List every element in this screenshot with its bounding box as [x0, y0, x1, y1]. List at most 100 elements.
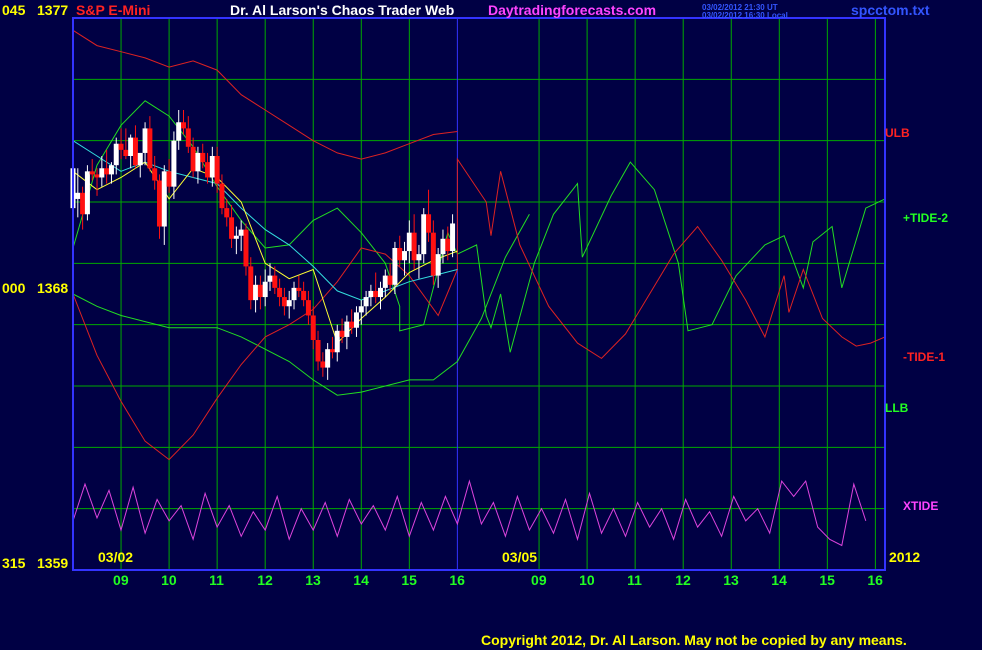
price-bar-body — [233, 235, 239, 239]
x-tick-label: 16 — [867, 572, 883, 588]
price-bar-body — [229, 217, 235, 239]
ytick-mid-code: 000 — [2, 280, 26, 296]
price-bar-body — [195, 152, 201, 172]
x-tick-label: 16 — [449, 572, 465, 588]
price-bar-body — [185, 128, 191, 147]
price-bar-body — [387, 275, 393, 285]
price-bar-body — [238, 229, 244, 236]
site-link[interactable]: Daytradingforecasts.com — [488, 2, 656, 18]
price-bar-body — [406, 232, 412, 252]
price-bar-body — [358, 306, 364, 313]
ytick-top-code: 045 — [2, 2, 26, 18]
price-bar-body — [137, 152, 143, 166]
price-bar-body — [305, 300, 311, 316]
tide-plus-line — [72, 100, 886, 353]
price-bar-body — [108, 165, 114, 175]
x-tick-label: 13 — [305, 572, 321, 588]
x-tick-label: 10 — [161, 572, 177, 588]
price-bar-body — [84, 171, 90, 215]
page-title: Dr. Al Larson's Chaos Trader Web — [230, 2, 455, 18]
price-bar-body — [243, 229, 249, 267]
price-bar-body — [248, 266, 254, 301]
series-label-tide-plus: +TIDE-2 — [903, 211, 949, 225]
price-bar-body — [113, 143, 119, 166]
price-bar-body — [104, 168, 110, 175]
price-bar-body — [262, 281, 268, 298]
price-bar-body — [329, 349, 335, 353]
price-bar-body — [349, 321, 355, 328]
price-bar-body — [363, 297, 369, 307]
price-bar-body — [176, 122, 182, 141]
price-bar-body — [156, 180, 162, 227]
plot-frame — [72, 17, 886, 571]
price-bar-body — [190, 146, 196, 172]
series-label-xtide: XTIDE — [903, 499, 939, 513]
price-bar-body — [94, 174, 100, 178]
price-bar-body — [200, 152, 206, 163]
price-bar-body — [209, 156, 215, 178]
price-bar-body — [205, 162, 211, 178]
price-bar-body — [152, 168, 158, 181]
price-bar-body — [171, 140, 177, 187]
price-bar-body — [435, 254, 441, 276]
copyright-notice: Copyright 2012, Dr. Al Larson. May not b… — [481, 632, 907, 648]
price-bar-body — [421, 214, 427, 255]
series-label-llb: LLB — [885, 401, 909, 415]
price-bar-body — [397, 248, 403, 261]
ytick-bottom-price: 1359 — [37, 555, 69, 571]
price-bar-body — [353, 312, 359, 328]
price-bar-body — [440, 238, 446, 255]
x-tick-label: 14 — [353, 572, 369, 588]
plot-border — [72, 17, 886, 571]
series-label-ulb: ULB — [885, 126, 910, 140]
price-bar-body — [123, 149, 129, 156]
price-bar-body — [411, 232, 417, 261]
xtide-line — [72, 479, 867, 547]
price-bar-body — [272, 275, 278, 288]
price-bar-body — [382, 275, 388, 288]
series-label-tide-minus: -TIDE-1 — [903, 350, 945, 364]
symbol-label: S&P E-Mini — [76, 2, 151, 18]
price-bar-body — [334, 330, 340, 353]
x-tick-label: 13 — [723, 572, 739, 588]
x-tick-label: 09 — [531, 572, 547, 588]
price-bar-body — [368, 290, 374, 298]
price-bar-body — [315, 340, 321, 362]
price-bar-body — [219, 183, 225, 209]
price-bar-body — [373, 290, 379, 298]
price-bar-body — [450, 223, 456, 252]
price-bar-body — [181, 122, 187, 129]
price-bar-body — [339, 330, 345, 337]
price-bar-body — [99, 168, 105, 178]
series-layer — [72, 29, 886, 547]
ytick-mid-price: 1368 — [37, 280, 69, 296]
price-bar-body — [291, 287, 297, 301]
price-bar-body — [310, 315, 316, 340]
year-label: 2012 — [889, 549, 921, 565]
price-bar-body — [392, 248, 398, 285]
price-bar-body — [75, 192, 81, 199]
x-tick-label: 10 — [579, 572, 595, 588]
llb-line — [72, 214, 530, 396]
price-bar-body — [166, 171, 172, 187]
x-tick-label: 15 — [401, 572, 417, 588]
timestamp-local: 03/02/2012 16:30 Local — [702, 11, 788, 20]
price-bar-body — [89, 171, 95, 175]
price-bar-body — [128, 137, 134, 156]
x-tick-label: 11 — [209, 572, 224, 588]
price-bar-body — [257, 284, 263, 298]
date-label-1: 03/02 — [98, 549, 134, 565]
price-bar-body — [214, 156, 220, 184]
price-bar-body — [320, 361, 326, 368]
x-tick-label: 14 — [771, 572, 787, 588]
price-bar-body — [445, 238, 451, 252]
price-bar-body — [142, 128, 148, 153]
date-label-2: 03/05 — [502, 549, 538, 565]
price-bar-body — [147, 128, 153, 169]
tide-minus-line — [72, 157, 886, 461]
price-bar-body — [118, 143, 124, 150]
price-bar-body — [430, 232, 436, 276]
file-name: spcctom.txt — [851, 2, 930, 18]
grid-lines — [73, 18, 885, 570]
x-tick-label: 15 — [819, 572, 835, 588]
